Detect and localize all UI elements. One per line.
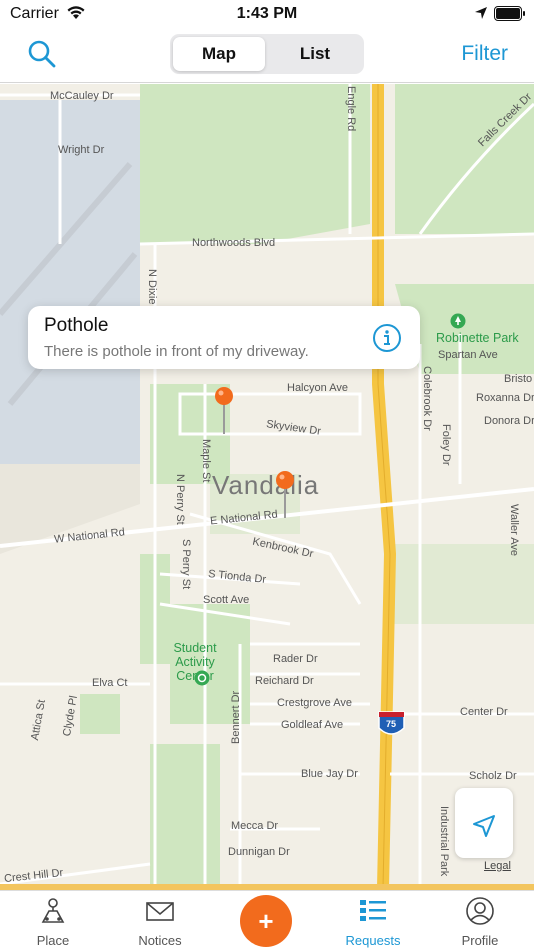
location-arrow-icon: [473, 815, 495, 837]
street-label: Industrial Park: [438, 806, 450, 877]
tab-label: Notices: [138, 933, 182, 948]
place-icon: [41, 898, 65, 923]
callout-description: There is pothole in front of my driveway…: [44, 343, 309, 360]
street-label: Northwoods Blvd: [192, 237, 276, 249]
tab-label: Place: [36, 933, 70, 948]
request-pin-icon[interactable]: [214, 386, 234, 436]
street-label: Waller Ave: [508, 504, 520, 556]
map-view[interactable]: McCauley Dr Wright Dr Engle Rd Falls Cre…: [0, 84, 534, 888]
request-callout[interactable]: Pothole There is pothole in front of my …: [28, 306, 420, 369]
mail-icon: [146, 902, 174, 921]
locate-me-button[interactable]: [455, 788, 513, 858]
street-label: Roxanna Dr: [476, 392, 534, 404]
street-label: N Perry St: [174, 474, 186, 525]
street-label: Maple St: [200, 439, 212, 483]
street-label: Dunnigan Dr: [228, 846, 290, 858]
nav-bar: Map List Filter: [0, 28, 534, 83]
tab-profile[interactable]: Profile: [427, 891, 533, 950]
requests-icon: [360, 900, 386, 921]
street-label: Foley Dr: [440, 424, 452, 466]
street-label: Engle Rd: [345, 86, 357, 132]
info-icon[interactable]: [372, 323, 402, 353]
location-services-icon: [475, 7, 487, 19]
status-bar: Carrier 1:43 PM: [0, 0, 534, 28]
street-label: Elva Ct: [92, 677, 128, 689]
tab-label: Profile: [461, 933, 499, 948]
status-time: 1:43 PM: [236, 5, 298, 22]
street-label: Donora Dr: [484, 415, 534, 427]
callout-title: Pothole: [44, 315, 109, 336]
street-label: Reichard Dr: [255, 675, 314, 687]
street-label: Blue Jay Dr: [301, 768, 358, 780]
street-label: Scott Ave: [203, 594, 250, 606]
tab-requests[interactable]: Requests: [320, 891, 426, 950]
interstate-shield-label: 75: [386, 719, 397, 729]
tab-label: Requests: [345, 933, 401, 948]
park-icon: [450, 313, 466, 329]
street-label: Halcyon Ave: [287, 382, 348, 394]
tab-place[interactable]: Place: [0, 891, 106, 950]
tab-notices[interactable]: Notices: [107, 891, 213, 950]
place-label-park: Robinette Park: [436, 331, 519, 345]
street-label: Scholz Dr: [469, 770, 517, 782]
street-label: Center Dr: [460, 706, 508, 718]
legal-link[interactable]: Legal: [484, 860, 511, 872]
map-list-segmented-control: Map List: [170, 34, 364, 74]
add-icon: +: [258, 906, 274, 936]
segment-list[interactable]: List: [269, 37, 361, 71]
battery-icon: [494, 6, 525, 21]
profile-icon: [466, 897, 494, 925]
street-label: Rader Dr: [273, 653, 318, 665]
street-label: Colebrook Dr: [421, 366, 433, 431]
street-label: Goldleaf Ave: [281, 719, 344, 731]
street-label: Bristo: [504, 373, 533, 385]
activity-center-icon: [194, 670, 210, 686]
city-label: Vandalia: [212, 470, 320, 500]
street-label: Mecca Dr: [231, 820, 279, 832]
add-request-button[interactable]: +: [240, 895, 292, 947]
street-label: Crestgrove Ave: [277, 697, 353, 709]
segment-map[interactable]: Map: [173, 37, 265, 71]
street-label: Spartan Ave: [438, 349, 498, 361]
street-label: McCauley Dr: [50, 90, 114, 102]
tab-bar: Place Notices + Requests Profile: [0, 890, 534, 950]
request-pin-icon[interactable]: [275, 470, 295, 520]
search-icon[interactable]: [26, 38, 58, 70]
filter-button[interactable]: Filter: [461, 42, 508, 66]
street-label: S Perry St: [180, 539, 192, 590]
street-label: N Dixie: [146, 269, 158, 305]
street-label: Wright Dr: [58, 144, 105, 156]
street-label: Bennert Dr: [230, 690, 242, 744]
